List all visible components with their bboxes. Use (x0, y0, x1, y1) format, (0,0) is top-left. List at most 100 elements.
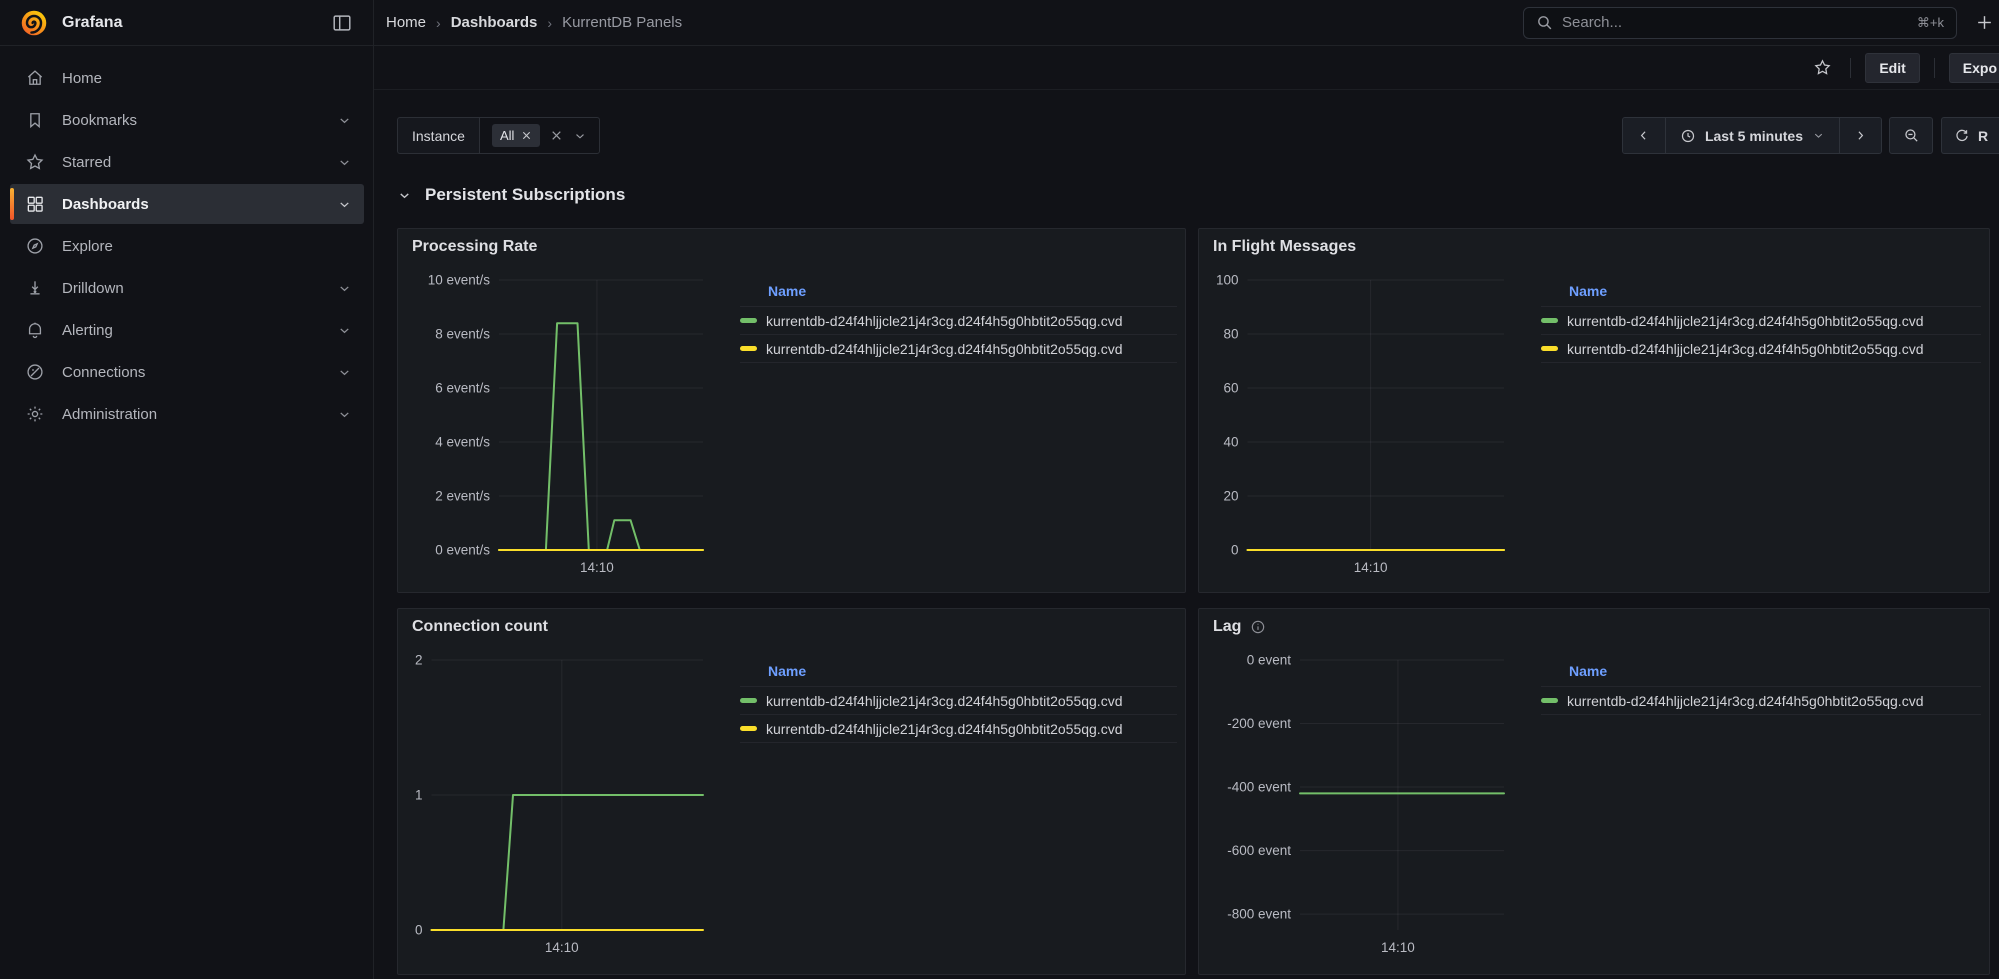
legend-name-header: Name (1541, 661, 1981, 687)
sidebar-item-drilldown[interactable]: Drilldown (10, 268, 364, 308)
svg-text:0 event: 0 event (1247, 653, 1292, 668)
legend-series-row[interactable]: kurrentdb-d24f4hljjcle21j4r3cg.d24f4h5g0… (1541, 687, 1981, 715)
sidebar-item-starred[interactable]: Starred (10, 142, 364, 182)
sidebar-item-explore[interactable]: Explore (10, 226, 364, 266)
row-persistent-subscriptions[interactable]: Persistent Subscriptions (397, 185, 625, 205)
chevron-down-icon[interactable] (337, 197, 352, 212)
legend-series-row[interactable]: kurrentdb-d24f4hljjcle21j4r3cg.d24f4h5g0… (740, 687, 1177, 715)
bookmark-icon (25, 110, 45, 130)
grafana-logo-icon[interactable] (20, 9, 48, 37)
export-button[interactable]: Expo (1949, 53, 1999, 83)
time-range-picker[interactable]: Last 5 minutes (1665, 118, 1839, 153)
brand-area: Grafana (0, 0, 374, 45)
series-name: kurrentdb-d24f4hljjcle21j4r3cg.d24f4h5g0… (766, 693, 1122, 709)
series-color-swatch (740, 318, 757, 323)
series-name: kurrentdb-d24f4hljjcle21j4r3cg.d24f4h5g0… (766, 721, 1122, 737)
sidebar-item-bookmarks[interactable]: Bookmarks (10, 100, 364, 140)
search-input[interactable]: Search... ⌘+k (1523, 7, 1957, 39)
time-range-group: Last 5 minutes (1622, 117, 1882, 154)
edit-button[interactable]: Edit (1865, 53, 1919, 83)
sidebar-item-administration[interactable]: Administration (10, 394, 364, 434)
panel-body: 01214:10 Namekurrentdb-d24f4hljjcle21j4r… (398, 645, 1185, 960)
chevron-down-icon[interactable] (337, 155, 352, 170)
instance-variable-picker: Instance All (397, 117, 600, 154)
panel-body: 02040608010014:10 Namekurrentdb-d24f4hlj… (1199, 265, 1989, 580)
chip-remove-icon[interactable] (521, 130, 532, 141)
section-title: Persistent Subscriptions (425, 185, 625, 205)
series-color-swatch (740, 698, 757, 703)
instance-variable-value[interactable]: All (479, 117, 600, 154)
panel-header[interactable]: Processing Rate (398, 229, 1185, 265)
chevron-down-icon[interactable] (337, 407, 352, 422)
legend-series-row[interactable]: kurrentdb-d24f4hljjcle21j4r3cg.d24f4h5g0… (740, 715, 1177, 743)
sidebar-item-label: Explore (62, 238, 352, 255)
legend-series-row[interactable]: kurrentdb-d24f4hljjcle21j4r3cg.d24f4h5g0… (1541, 307, 1981, 335)
timeseries-chart: 0 event/s2 event/s4 event/s6 event/s8 ev… (406, 265, 716, 580)
chevron-down-icon (1812, 129, 1825, 142)
chevron-down-icon[interactable] (337, 113, 352, 128)
sidebar-item-home[interactable]: Home (10, 58, 364, 98)
svg-text:14:10: 14:10 (1381, 940, 1415, 955)
chevron-down-icon[interactable] (337, 323, 352, 338)
sidebar-item-dashboards[interactable]: Dashboards (10, 184, 364, 224)
series-color-swatch (1541, 698, 1558, 703)
svg-text:80: 80 (1223, 327, 1238, 342)
series-name: kurrentdb-d24f4hljjcle21j4r3cg.d24f4h5g0… (1567, 693, 1923, 709)
timeseries-chart: 02040608010014:10 (1207, 265, 1517, 580)
panel-lag: Lag -800 event-600 event-400 event-200 e… (1198, 608, 1990, 975)
sidebar-item-connections[interactable]: Connections (10, 352, 364, 392)
legend-series-row[interactable]: kurrentdb-d24f4hljjcle21j4r3cg.d24f4h5g0… (740, 307, 1177, 335)
add-new-icon[interactable] (1969, 13, 1999, 32)
svg-text:10 event/s: 10 event/s (428, 273, 491, 288)
panel-header[interactable]: Lag (1199, 609, 1989, 645)
svg-text:14:10: 14:10 (580, 560, 614, 575)
chevron-down-icon[interactable] (573, 129, 587, 143)
sidebar-item-label: Connections (62, 364, 320, 381)
panel-title: Processing Rate (412, 238, 537, 256)
legend-series-row[interactable]: kurrentdb-d24f4hljjcle21j4r3cg.d24f4h5g0… (1541, 335, 1981, 363)
series-color-swatch (740, 346, 757, 351)
panel-header[interactable]: In Flight Messages (1199, 229, 1989, 265)
dashboard-canvas: Instance All (374, 90, 1999, 979)
sidebar-item-label: Starred (62, 154, 320, 171)
search-shortcut: ⌘+k (1917, 15, 1944, 31)
svg-text:0: 0 (1231, 543, 1239, 558)
time-shift-back-icon[interactable] (1623, 118, 1665, 153)
compass-icon (25, 236, 45, 256)
panel-header[interactable]: Connection count (398, 609, 1185, 645)
time-range-label: Last 5 minutes (1705, 128, 1803, 144)
collapse-sidebar-icon[interactable] (331, 12, 353, 34)
time-controls: Last 5 minutes R (1622, 117, 1999, 154)
instance-value-chip[interactable]: All (492, 124, 540, 147)
svg-text:100: 100 (1216, 273, 1239, 288)
zoom-out-time-icon[interactable] (1889, 117, 1933, 154)
series-name: kurrentdb-d24f4hljjcle21j4r3cg.d24f4h5g0… (1567, 313, 1923, 329)
favorite-star-icon[interactable] (1809, 54, 1836, 81)
toolbar-divider (1934, 58, 1935, 78)
chevron-down-icon[interactable] (337, 365, 352, 380)
sidebar-item-label: Alerting (62, 322, 320, 339)
sidebar-item-alerting[interactable]: Alerting (10, 310, 364, 350)
breadcrumb-separator-icon: › (547, 15, 552, 31)
svg-text:0 event/s: 0 event/s (435, 543, 490, 558)
search-placeholder: Search... (1562, 14, 1908, 31)
svg-text:14:10: 14:10 (1354, 560, 1388, 575)
refresh-label: R (1978, 128, 1988, 144)
panel-legend: Namekurrentdb-d24f4hljjcle21j4r3cg.d24f4… (740, 661, 1177, 960)
svg-text:0: 0 (415, 923, 423, 938)
chevron-down-icon[interactable] (337, 281, 352, 296)
time-shift-forward-icon[interactable] (1839, 118, 1881, 153)
svg-text:1: 1 (415, 788, 423, 803)
legend-series-row[interactable]: kurrentdb-d24f4hljjcle21j4r3cg.d24f4h5g0… (740, 335, 1177, 363)
toolbar-divider (1850, 58, 1851, 78)
info-icon[interactable] (1250, 619, 1266, 635)
panel-title: In Flight Messages (1213, 238, 1356, 256)
svg-text:-800 event: -800 event (1227, 907, 1291, 922)
instance-chip-label: All (500, 128, 514, 143)
refresh-button[interactable]: R (1941, 117, 1999, 154)
breadcrumb-dashboards[interactable]: Dashboards (451, 14, 538, 31)
chevron-down-icon (397, 188, 412, 203)
breadcrumb-home[interactable]: Home (386, 14, 426, 31)
clear-selection-icon[interactable] (550, 129, 563, 142)
svg-text:40: 40 (1223, 435, 1238, 450)
